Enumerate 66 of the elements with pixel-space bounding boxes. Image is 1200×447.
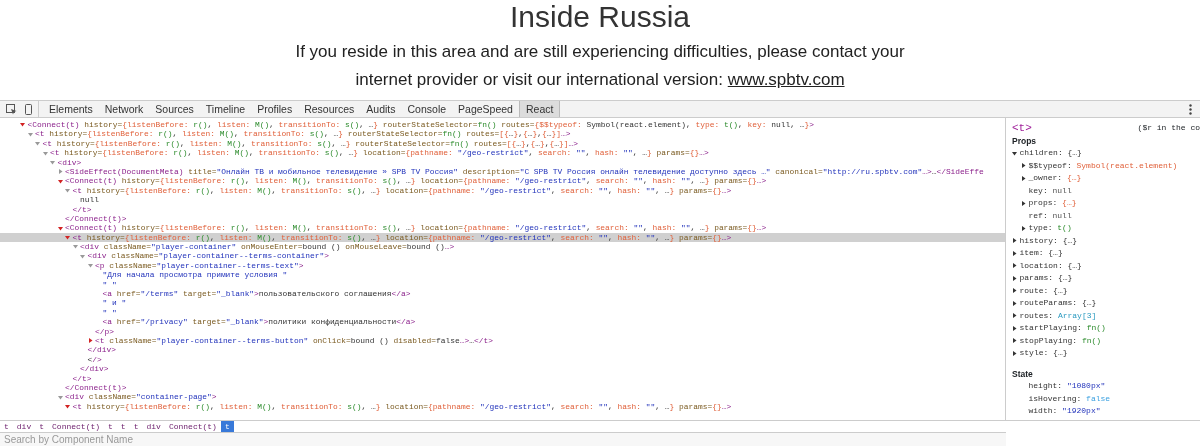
property-text: ref: null [1028, 209, 1072, 222]
devtools-tab[interactable]: Audits [360, 101, 402, 117]
property-text: style: {…} [1019, 347, 1068, 359]
collapsed-arrow-icon[interactable] [1012, 250, 1017, 256]
section-title: Props [1012, 134, 1038, 147]
property-text: key: null [1028, 184, 1072, 197]
collapsed-arrow-icon[interactable] [1021, 163, 1026, 169]
property-text: isHovering: false [1028, 392, 1111, 405]
property-text: stopPlaying: fn() [1019, 334, 1102, 347]
collapsed-arrow-icon[interactable] [1012, 313, 1017, 319]
property-text: type: t() [1028, 222, 1072, 234]
devtools-tab[interactable]: Resources [298, 101, 361, 117]
website-link[interactable]: www.spbtv.com [727, 70, 845, 89]
breadcrumb-item[interactable]: t [220, 421, 234, 432]
property-text: location: {…} [1019, 259, 1082, 272]
section-title: State [1012, 367, 1034, 380]
property-text: height: "1080px" [1028, 380, 1106, 392]
collapsed-arrow-icon[interactable] [1021, 175, 1026, 181]
collapsed-arrow-icon[interactable] [1012, 288, 1017, 294]
breadcrumb-item[interactable]: t [116, 421, 130, 432]
collapsed-arrow-icon[interactable] [1012, 300, 1017, 306]
breadcrumb-item[interactable]: Connect(t) [164, 421, 221, 432]
component-name: <t> [1012, 122, 1032, 135]
devtools-tab[interactable]: React [518, 101, 561, 117]
search-field[interactable]: Search by Component Name [0, 432, 1006, 446]
console-hint: ($r in the co [1137, 122, 1200, 134]
property-text: route: {…} [1019, 284, 1068, 297]
devtools-tab[interactable]: Console [401, 101, 453, 117]
mobile-device-icon[interactable] [25, 104, 32, 115]
breadcrumb-item[interactable]: div [12, 421, 36, 432]
property-text: startPlaying: fn() [1019, 322, 1106, 334]
devtools-tab[interactable]: Timeline [199, 101, 252, 117]
property-text: item: {…} [1019, 247, 1063, 259]
property-text: props: {…} [1028, 197, 1077, 209]
breadcrumb-item[interactable]: t [35, 421, 49, 432]
collapsed-arrow-icon[interactable] [1012, 325, 1017, 331]
inspect-icon[interactable] [6, 104, 17, 115]
collapsed-arrow-icon[interactable] [1021, 200, 1026, 206]
property-text: routeParams: {…} [1019, 297, 1097, 309]
collapsed-arrow-icon[interactable] [1021, 225, 1026, 231]
property-text: width: "1920px" [1028, 405, 1101, 417]
property-text: children: {…} [1019, 147, 1082, 159]
breadcrumb-item[interactable]: Connect(t) [48, 421, 105, 432]
more-menu-icon[interactable] [1189, 103, 1192, 115]
message-text: If you reside in this area and are still experiencing difficulties, please contact your internet provider or visit our international version: www.spbtv.com [294, 41, 906, 91]
breadcrumb-item[interactable]: t [129, 421, 143, 432]
property-text: params: {…} [1019, 272, 1073, 284]
collapsed-arrow-icon[interactable] [1012, 263, 1017, 269]
property-text: routes: Array[3] [1019, 309, 1097, 322]
breadcrumb-item[interactable]: t [0, 421, 13, 432]
property-text: _owner: {…} [1028, 172, 1082, 184]
collapsed-arrow-icon[interactable] [1012, 338, 1017, 344]
devtools-tab[interactable]: Network [98, 101, 150, 117]
property-text: history: {…} [1019, 234, 1078, 247]
expanded-arrow-icon[interactable] [1012, 150, 1017, 156]
devtools-tab[interactable]: Elements [43, 101, 99, 117]
devtools-tab[interactable]: Profiles [251, 101, 299, 117]
page-heading: Inside Russia [508, 0, 692, 34]
devtools-tab[interactable]: PageSpeed [452, 101, 519, 117]
property-text: $$typeof: Symbol(react.element) [1028, 159, 1178, 172]
collapsed-arrow-icon[interactable] [1012, 275, 1017, 281]
collapsed-arrow-icon[interactable] [1012, 238, 1017, 244]
breadcrumb-item[interactable]: div [142, 421, 165, 432]
devtools-tab[interactable]: Sources [149, 101, 200, 117]
collapsed-arrow-icon[interactable] [1012, 350, 1017, 356]
breadcrumb-item[interactable]: t [104, 421, 117, 432]
